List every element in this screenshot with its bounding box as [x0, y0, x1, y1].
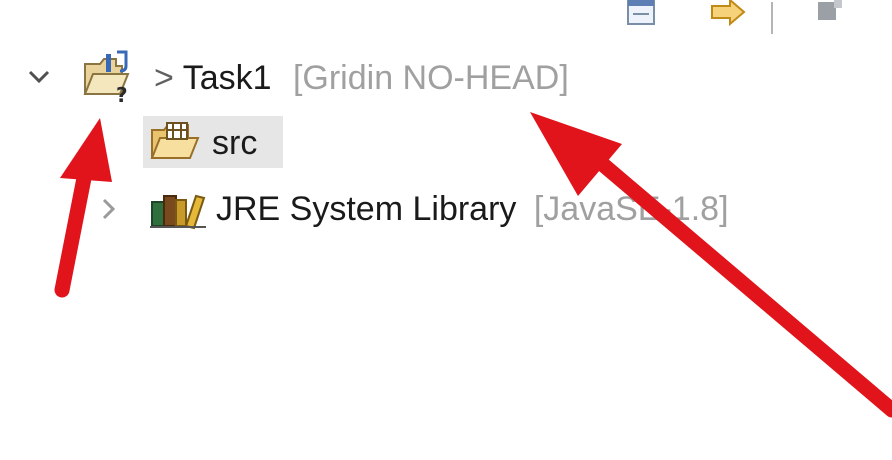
jre-library-decoration: [JavaSE-1.8] — [533, 190, 729, 228]
source-folder-icon — [150, 122, 202, 167]
project-name: Task1 — [182, 59, 272, 97]
tree-row-src[interactable]: src — [0, 116, 400, 172]
project-prefix: > — [154, 59, 183, 97]
package-explorer-tree: ? > Task1 [Gridin NO-HEAD] src JRE Syste… — [0, 0, 892, 460]
tree-row-jre-library[interactable]: JRE System Library [JavaSE-1.8] — [0, 182, 820, 238]
svg-text:?: ? — [116, 83, 128, 104]
project-folder-icon: ? — [82, 50, 138, 109]
library-icon — [150, 188, 206, 235]
jre-library-label: JRE System Library — [216, 190, 517, 228]
src-label: src — [212, 124, 258, 162]
chevron-down-icon[interactable] — [26, 64, 52, 90]
tree-row-project[interactable]: ? > Task1 [Gridin NO-HEAD] — [0, 50, 700, 109]
project-git-decoration: [Gridin NO-HEAD] — [292, 59, 569, 97]
chevron-right-icon[interactable] — [96, 196, 122, 222]
